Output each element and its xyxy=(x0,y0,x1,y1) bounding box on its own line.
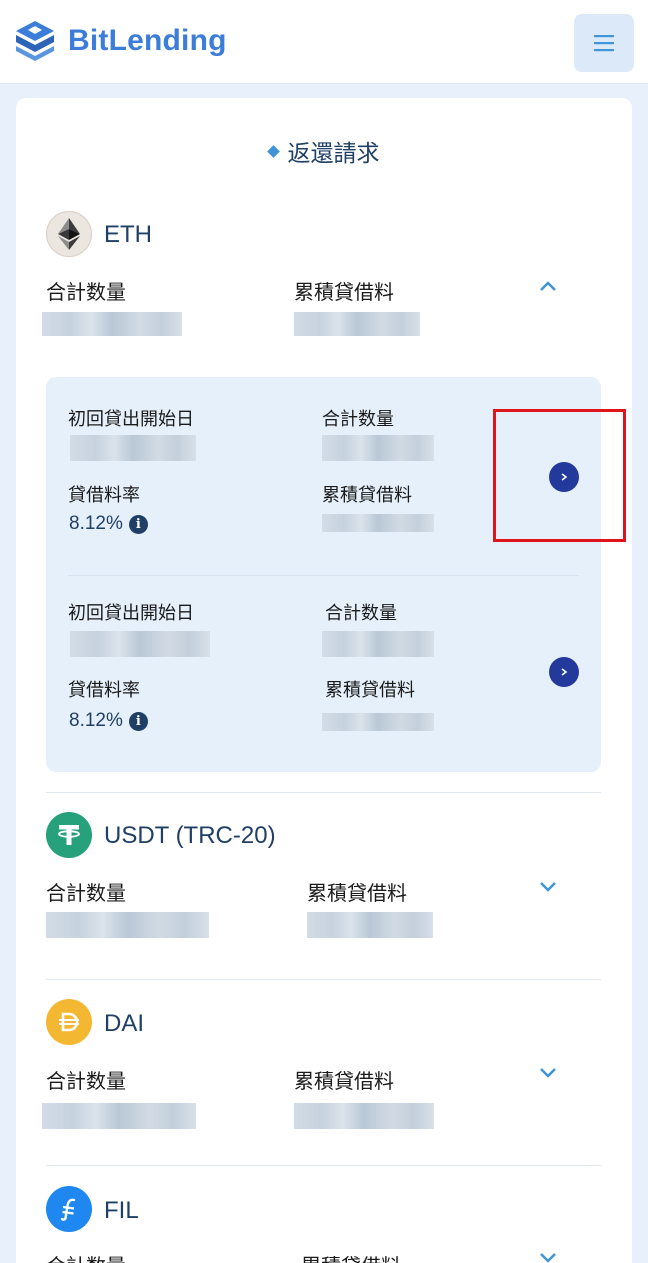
lending-detail-button[interactable] xyxy=(549,657,579,687)
filecoin-icon xyxy=(46,1186,92,1232)
coin-divider xyxy=(46,979,601,980)
redacted-total-quantity xyxy=(42,312,182,336)
chevron-up-icon[interactable] xyxy=(539,280,557,292)
info-icon[interactable]: i xyxy=(128,514,148,534)
coin-divider xyxy=(46,792,601,793)
chevron-down-icon[interactable] xyxy=(539,880,557,892)
coin-name-usdt: USDT (TRC-20) xyxy=(104,822,276,849)
rate-value-row: 8.12% i xyxy=(69,710,148,732)
highlight-box xyxy=(493,409,626,542)
coin-name-dai: DAI xyxy=(104,1010,145,1037)
tether-icon xyxy=(46,812,92,858)
coin-name-fil: FIL xyxy=(104,1197,139,1224)
redacted-cumulative-fee xyxy=(322,713,434,731)
rate-label: 貸借料率 xyxy=(68,680,140,701)
rate-value-row: 8.12% i xyxy=(69,513,148,535)
menu-button[interactable] xyxy=(574,14,634,72)
redacted-start-date xyxy=(70,435,196,461)
redacted-total-quantity xyxy=(42,1103,196,1129)
total-quantity-label: 合計数量 xyxy=(46,1069,126,1093)
brand-logo[interactable]: BitLending xyxy=(12,18,227,64)
lending-divider xyxy=(68,575,579,576)
total-quantity-label: 合計数量 xyxy=(325,603,397,624)
total-quantity-label: 合計数量 xyxy=(46,881,126,905)
cumulative-fee-label: 累積貸借料 xyxy=(294,280,394,304)
redacted-cumulative-fee xyxy=(307,912,433,938)
redacted-total-quantity xyxy=(46,912,209,938)
rate-label: 貸借料率 xyxy=(68,485,140,506)
redacted-cumulative-fee xyxy=(294,312,420,336)
start-date-label: 初回貸出開始日 xyxy=(68,409,194,430)
cumulative-fee-label: 累積貸借料 xyxy=(294,1069,394,1093)
cumulative-fee-label: 累積貸借料 xyxy=(307,881,407,905)
cumulative-fee-label: 累積貸借料 xyxy=(301,1250,401,1263)
info-icon[interactable]: i xyxy=(128,711,148,731)
cumulative-fee-label: 累積貸借料 xyxy=(325,680,415,701)
coin-name-eth: ETH xyxy=(104,221,152,248)
total-quantity-label: 合計数量 xyxy=(322,409,394,430)
chevron-down-icon[interactable] xyxy=(539,1066,557,1078)
diamond-icon xyxy=(266,145,280,158)
redacted-start-date xyxy=(70,631,210,657)
dai-icon xyxy=(46,999,92,1045)
rate-value: 8.12% xyxy=(69,513,123,534)
redacted-total-quantity xyxy=(322,631,434,657)
app-header: BitLending xyxy=(0,0,648,84)
redacted-total-quantity xyxy=(322,435,434,461)
rate-value: 8.12% xyxy=(69,710,123,731)
redacted-cumulative-fee xyxy=(322,514,434,532)
chevron-right-icon xyxy=(561,668,568,676)
ethereum-icon xyxy=(46,211,92,257)
coin-divider xyxy=(46,1165,601,1166)
cumulative-fee-label: 累積貸借料 xyxy=(322,485,412,506)
page-title: 返還請求 xyxy=(0,134,648,168)
start-date-label: 初回貸出開始日 xyxy=(68,603,194,624)
redacted-cumulative-fee xyxy=(294,1103,434,1129)
hamburger-icon xyxy=(594,35,614,52)
total-quantity-label: 合計数量 xyxy=(46,280,126,304)
brand-name: BitLending xyxy=(68,24,227,57)
bitlending-logo-icon xyxy=(16,21,54,61)
total-quantity-label: 合計数量 xyxy=(46,1250,126,1263)
chevron-down-icon[interactable] xyxy=(539,1251,557,1263)
